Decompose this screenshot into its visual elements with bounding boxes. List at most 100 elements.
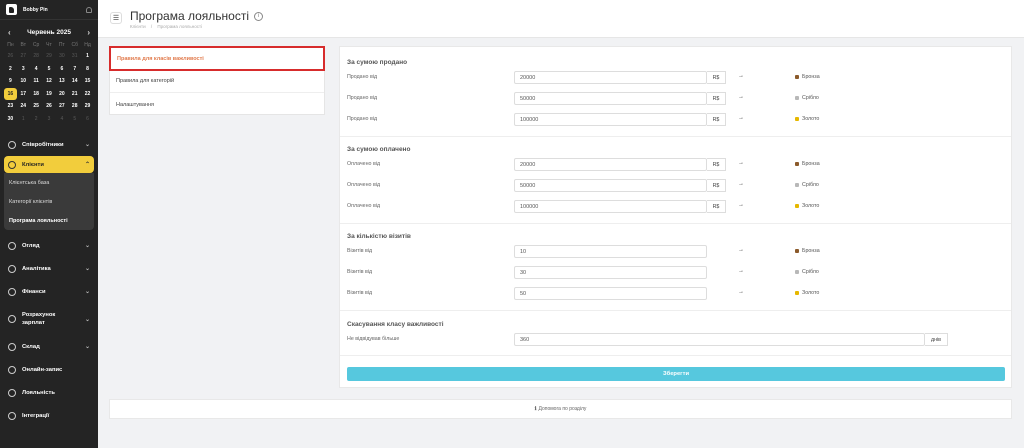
field-label: Продано від (347, 116, 378, 122)
threshold-row: Візитів від 10 → Бронза (347, 245, 1007, 258)
calendar-day[interactable]: 12 (43, 75, 56, 88)
calendar-day[interactable]: 14 (68, 75, 81, 88)
field-label: Візитів від (347, 248, 373, 254)
help-bar[interactable]: ℹ Допомога по розділу (109, 399, 1012, 419)
threshold-input[interactable]: 20000 (514, 158, 707, 171)
nav-label: Онлайн-запис (22, 366, 63, 373)
page-title-text: Програма лояльності (130, 9, 249, 23)
tab-settings[interactable]: Налаштування (110, 93, 324, 116)
calendar-day[interactable]: 4 (30, 63, 43, 76)
calendar-day[interactable]: 29 (81, 100, 94, 113)
section-title: За кількістю візитів (347, 233, 411, 240)
calendar-day[interactable]: 3 (17, 63, 30, 76)
calendar-day[interactable]: 8 (81, 63, 94, 76)
calendar-day[interactable]: 28 (30, 50, 43, 63)
nav-overview[interactable]: Огляд ⌄ (4, 234, 94, 257)
calendar-day[interactable]: 30 (4, 113, 17, 126)
sidebar: Bobby Pin ‹ Червень 2025 › Пн Вт Ср Чт Пт Сб Н… (0, 0, 98, 448)
nav-loyalty[interactable]: Лояльність (4, 381, 94, 404)
calendar-day[interactable]: 30 (55, 50, 68, 63)
prev-month-icon[interactable]: ‹ (8, 28, 11, 37)
calendar-day[interactable]: 5 (43, 63, 56, 76)
threshold-input[interactable]: 50000 (514, 92, 707, 105)
info-icon: ℹ (534, 406, 537, 412)
calendar-day[interactable]: 25 (30, 100, 43, 113)
nav-online-booking[interactable]: Онлайн-запис (4, 358, 94, 381)
globe-icon (8, 365, 16, 374)
threshold-input[interactable]: 50 (514, 287, 707, 300)
calendar-day[interactable]: 23 (4, 100, 17, 113)
save-button[interactable]: Зберегти (347, 367, 1005, 381)
nav-finance[interactable]: Фінанси ⌄ (4, 280, 94, 303)
calendar-day[interactable]: 24 (17, 100, 30, 113)
menu-toggle-button[interactable]: ☰ (110, 12, 122, 24)
chart-icon (8, 264, 16, 273)
chevron-down-icon: ⌄ (84, 243, 90, 249)
threshold-input[interactable]: 100000 (514, 113, 707, 126)
brand[interactable]: Bobby Pin (0, 0, 98, 20)
currency-label: R$ (707, 71, 726, 84)
breadcrumb-home[interactable]: Клієнти (130, 24, 146, 29)
calendar-day[interactable]: 1 (81, 50, 94, 63)
calendar-day[interactable]: 31 (68, 50, 81, 63)
calendar-day[interactable]: 28 (68, 100, 81, 113)
calendar-day[interactable]: 27 (55, 100, 68, 113)
weekday-label: Вт (20, 42, 26, 48)
nav-analytics[interactable]: Аналітика ⌄ (4, 257, 94, 280)
calendar-day[interactable]: 18 (30, 88, 43, 101)
calendar-day[interactable]: 20 (55, 88, 68, 101)
nav-integrations[interactable]: Інтеграції (4, 404, 94, 427)
calendar-day-today[interactable]: 16 (4, 87, 17, 100)
threshold-input[interactable]: 30 (514, 266, 707, 279)
calendar-day[interactable]: 5 (68, 113, 81, 126)
calendar-day[interactable]: 7 (68, 63, 81, 76)
calendar-day[interactable]: 22 (81, 88, 94, 101)
calendar-day[interactable]: 3 (43, 113, 56, 126)
calendar-day[interactable]: 2 (4, 63, 17, 76)
inactive-days-input[interactable]: 360 (514, 333, 925, 346)
nav-payroll[interactable]: Розрахунок зарплат ⌄ (4, 303, 94, 335)
help-link[interactable]: Допомога по розділу (539, 406, 587, 412)
nav-warehouse[interactable]: Склад ⌄ (4, 335, 94, 358)
calendar-day[interactable]: 4 (55, 113, 68, 126)
threshold-input[interactable]: 100000 (514, 200, 707, 213)
nav-clients[interactable]: Клієнти ⌃ (4, 156, 94, 173)
calendar-day[interactable]: 6 (55, 63, 68, 76)
bell-icon[interactable] (86, 6, 92, 13)
next-month-icon[interactable]: › (87, 28, 90, 37)
brand-name: Bobby Pin (23, 6, 48, 13)
calendar-day[interactable]: 6 (81, 113, 94, 126)
box-icon (8, 342, 16, 351)
calendar-day[interactable]: 9 (4, 75, 17, 88)
calendar-day[interactable]: 27 (17, 50, 30, 63)
calendar-day[interactable]: 15 (81, 75, 94, 88)
level-badge: Срібло (795, 182, 819, 188)
calendar-day[interactable]: 11 (30, 75, 43, 88)
calendar-day[interactable]: 29 (43, 50, 56, 63)
calendar-day[interactable]: 26 (4, 50, 17, 63)
nav-employees[interactable]: Співробітники ⌄ (4, 133, 94, 156)
section-title: За сумою продано (347, 59, 408, 66)
calendar-day[interactable]: 17 (17, 88, 30, 101)
nav-client-base[interactable]: Клієнтська база (4, 173, 94, 192)
threshold-input[interactable]: 20000 (514, 71, 707, 84)
nav-client-categories[interactable]: Категорії клієнтів (4, 192, 94, 211)
calendar-day[interactable]: 10 (17, 75, 30, 88)
calendar-day[interactable]: 26 (43, 100, 56, 113)
calendar-day[interactable]: 13 (55, 75, 68, 88)
calendar-day[interactable]: 19 (43, 88, 56, 101)
calendar-day[interactable]: 2 (30, 113, 43, 126)
arrow-right-icon: → (738, 247, 744, 253)
divider (340, 310, 1011, 311)
nav-label: Лояльність (22, 389, 55, 396)
calendar-day[interactable]: 21 (68, 88, 81, 101)
threshold-input[interactable]: 50000 (514, 179, 707, 192)
nav-label: Аналітика (22, 265, 51, 272)
nav-loyalty-program[interactable]: Програма лояльності (4, 211, 94, 230)
clients-submenu: Клієнтська база Категорії клієнтів Прогр… (4, 173, 94, 230)
threshold-input[interactable]: 10 (514, 245, 707, 258)
tab-importance-rules[interactable]: Правила для класів важливості (109, 46, 325, 71)
tab-category-rules[interactable]: Правила для категорій (110, 70, 324, 93)
calendar-day[interactable]: 1 (17, 113, 30, 126)
info-icon[interactable]: i (253, 11, 263, 21)
